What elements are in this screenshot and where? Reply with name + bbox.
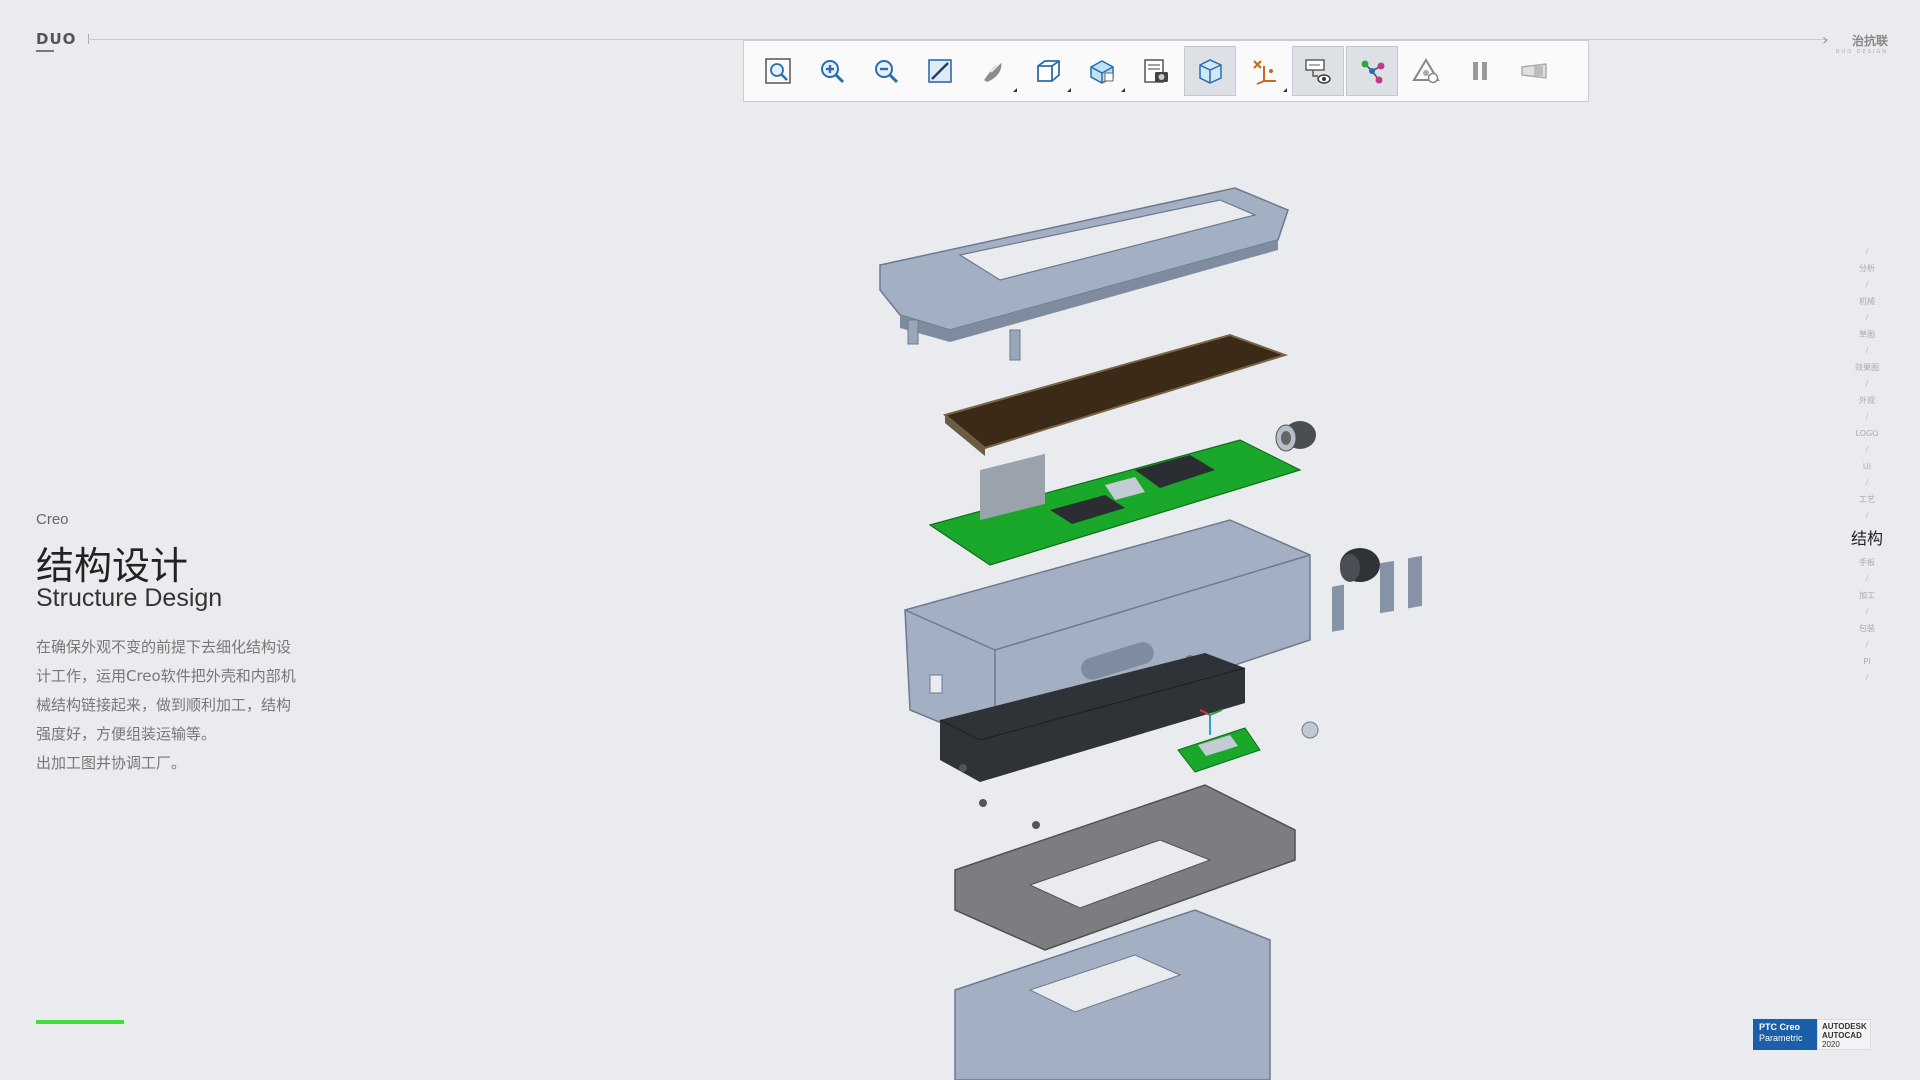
perspective-view-button[interactable] — [1184, 46, 1236, 96]
nav-item-machining[interactable]: 加工 — [1842, 587, 1892, 604]
section-nav: / 分析 / 机械 / 草图 / 效果图 / 外观 / LOGO / UI / … — [1842, 244, 1892, 686]
description-paragraph: 出加工图并协调工厂。 — [36, 754, 187, 772]
zoom-out-icon — [875, 60, 899, 84]
nav-item-process[interactable]: 工艺 — [1842, 491, 1892, 508]
ptc-badge-line: Parametric — [1759, 1033, 1803, 1043]
page-title-english: Structure Design — [36, 584, 223, 612]
autocad-badge: AUTODESK AUTOCAD 2020 — [1817, 1019, 1871, 1050]
datum-display-icon — [1253, 60, 1276, 85]
brand-logo: 治抗联 DUO DESIGN — [1836, 32, 1888, 55]
hinge-parts — [1301, 555, 1422, 739]
annotation-display-icon — [1305, 59, 1331, 84]
software-badges: PTC Creo Parametric AUTODESK AUTOCAD 202… — [1753, 1019, 1871, 1050]
nav-item-packaging[interactable]: 包装 — [1842, 620, 1892, 637]
repaint-icon — [928, 59, 952, 83]
nav-item-ui[interactable]: UI — [1842, 458, 1892, 475]
datum-display-button[interactable] — [1238, 46, 1290, 96]
autocad-badge-line: 2020 — [1822, 1040, 1840, 1049]
dropdown-caret-icon — [1067, 88, 1071, 92]
dropdown-caret-icon — [1121, 88, 1125, 92]
repaint-button[interactable] — [914, 46, 966, 96]
next-arrow-icon[interactable]: › — [1822, 30, 1828, 49]
nav-item-rendering[interactable]: 效果图 — [1842, 359, 1892, 376]
brand-name: 治抗联 — [1851, 34, 1888, 48]
view-manager-button[interactable] — [1076, 46, 1128, 96]
autocad-badge-line: AUTOCAD — [1822, 1031, 1862, 1040]
nav-item-appearance[interactable]: 外观 — [1842, 392, 1892, 409]
zoom-fit-button[interactable] — [752, 46, 804, 96]
display-panel — [942, 333, 1289, 456]
nav-item-logo[interactable]: LOGO — [1842, 425, 1892, 442]
ptc-creo-badge: PTC Creo Parametric — [1753, 1019, 1817, 1050]
back-cover — [954, 909, 1271, 1080]
autocad-badge-line: AUTODESK — [1822, 1022, 1867, 1031]
nav-item-prototype[interactable]: 手板 — [1842, 554, 1892, 571]
pause-button[interactable] — [1454, 46, 1506, 96]
brand-subtitle: DUO DESIGN — [1835, 49, 1888, 55]
logo-underline — [36, 50, 54, 52]
spin-center-icon — [1412, 58, 1440, 84]
creo-view-toolbar — [743, 40, 1589, 102]
nav-item-pi[interactable]: PI — [1842, 653, 1892, 670]
description-paragraph: 在确保外观不变的前提下去细化结构设计工作，运用Creo软件把外壳和内部机械结构链… — [36, 638, 296, 743]
saved-orientations-icon — [1037, 60, 1060, 82]
explode-view-icon — [1361, 60, 1385, 84]
exploded-assembly-render — [879, 187, 1422, 1080]
spin-center-button[interactable] — [1400, 46, 1452, 96]
dropdown-caret-icon — [1283, 88, 1287, 92]
flatten-view-icon — [1521, 63, 1547, 79]
annotation-display-button[interactable] — [1292, 46, 1344, 96]
accent-bar — [36, 1020, 124, 1024]
zoom-fit-icon — [765, 58, 791, 84]
pause-icon — [1473, 62, 1487, 80]
appearance-gallery-button[interactable] — [1130, 46, 1182, 96]
top-frame — [879, 187, 1289, 361]
saved-orientations-button[interactable] — [1022, 46, 1074, 96]
explode-view-button[interactable] — [1346, 46, 1398, 96]
software-name: Creo — [36, 511, 69, 528]
zoom-in-button[interactable] — [806, 46, 858, 96]
nav-item-sketch[interactable]: 草图 — [1842, 326, 1892, 343]
ptc-badge-line: PTC Creo — [1759, 1022, 1801, 1032]
view-manager-icon — [1090, 60, 1114, 84]
perspective-view-icon — [1199, 59, 1222, 84]
nav-item-mechanism[interactable]: 机械 — [1842, 293, 1892, 310]
appearance-gallery-icon — [1144, 59, 1168, 83]
flatten-view-button[interactable] — [1508, 46, 1560, 96]
page-title-chinese: 结构设计 — [36, 544, 189, 588]
nav-item-analysis[interactable]: 分析 — [1842, 260, 1892, 277]
lower-bracket — [954, 784, 1296, 951]
zoom-out-button[interactable] — [860, 46, 912, 96]
duo-logo: DUO — [36, 30, 77, 48]
display-style-icon — [984, 61, 1002, 82]
description: 在确保外观不变的前提下去细化结构设计工作，运用Creo软件把外壳和内部机械结构链… — [36, 633, 296, 778]
display-style-button[interactable] — [968, 46, 1020, 96]
nav-item-structure[interactable]: 结构 — [1842, 524, 1892, 554]
dropdown-caret-icon — [1013, 88, 1017, 92]
zoom-in-icon — [821, 60, 845, 84]
